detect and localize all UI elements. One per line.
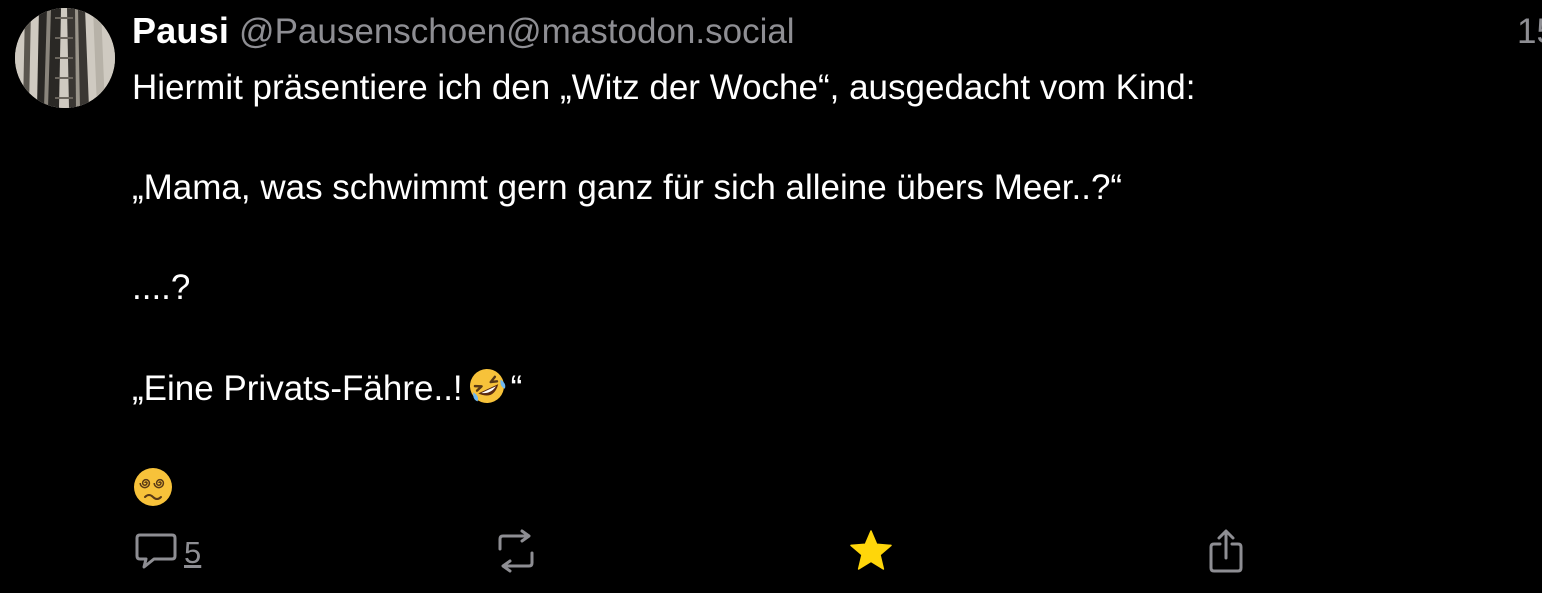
star-icon <box>848 529 894 578</box>
author-display-name[interactable]: Pausi <box>132 10 229 52</box>
punchline-text: „Eine Privats-Fähre..! <box>132 369 463 408</box>
post-line-question: „Mama, was schwimmt gern ganz für sich a… <box>132 168 1123 207</box>
share-icon <box>1206 528 1246 579</box>
post-action-bar: 5 <box>132 528 1432 578</box>
post-line-reaction <box>132 466 1512 510</box>
share-button[interactable] <box>1206 528 1246 578</box>
favourite-button[interactable] <box>848 528 894 578</box>
post-content: Hiermit präsentiere ich den „Witz der Wo… <box>132 66 1512 510</box>
face-with-spiral-eyes-emoji <box>132 466 174 519</box>
speech-bubble-icon <box>134 531 178 576</box>
reply-count: 5 <box>184 535 202 570</box>
rolling-on-floor-laughing-emoji <box>467 366 507 417</box>
post-header: Pausi @Pausenschoen@mastodon.social <box>132 10 795 54</box>
avatar[interactable] <box>15 8 115 108</box>
post-line-punchline: „Eine Privats-Fähre..! “ <box>132 366 1512 410</box>
boost-button[interactable] <box>492 528 540 578</box>
reply-button[interactable]: 5 <box>134 528 201 578</box>
avatar-image <box>15 8 115 108</box>
post-line-intro: Hiermit präsentiere ich den „Witz der Wo… <box>132 68 1196 107</box>
post-line-pause: ....? <box>132 268 191 307</box>
author-handle[interactable]: @Pausenschoen@mastodon.social <box>239 12 795 52</box>
post-timestamp[interactable]: 15 <box>1517 12 1542 52</box>
punchline-closing-quote: “ <box>510 369 523 408</box>
repeat-icon <box>492 529 540 578</box>
